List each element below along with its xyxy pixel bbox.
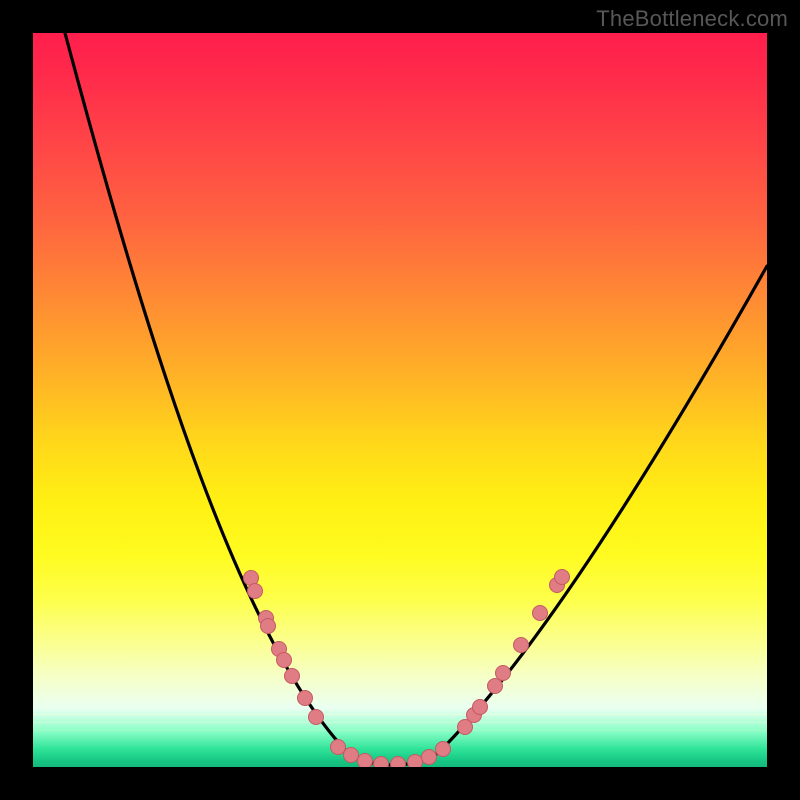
marker-right-8	[555, 570, 570, 585]
marker-right-4	[496, 666, 511, 681]
marker-left-3	[261, 619, 276, 634]
marker-left-5	[277, 653, 292, 668]
marker-left-1	[248, 584, 263, 599]
marker-right-6	[533, 606, 548, 621]
marker-right-2	[473, 700, 488, 715]
plot-area	[33, 33, 767, 767]
chart-frame: TheBottleneck.com	[0, 0, 800, 800]
bottleneck-curve	[65, 33, 767, 765]
marker-bottom-5	[408, 755, 423, 768]
marker-left-7	[298, 691, 313, 706]
marker-right-3	[488, 679, 503, 694]
marker-right-5	[514, 638, 529, 653]
marker-bottom-0	[331, 740, 346, 755]
marker-bottom-1	[344, 748, 359, 763]
marker-bottom-6	[422, 750, 437, 765]
marker-bottom-7	[436, 742, 451, 757]
marker-bottom-4	[391, 757, 406, 768]
marker-left-8	[309, 710, 324, 725]
marker-left-6	[285, 669, 300, 684]
watermark-text: TheBottleneck.com	[596, 6, 788, 32]
marker-bottom-3	[374, 757, 389, 768]
marker-bottom-2	[358, 754, 373, 768]
curve-svg	[33, 33, 767, 767]
curve-markers	[244, 570, 570, 768]
